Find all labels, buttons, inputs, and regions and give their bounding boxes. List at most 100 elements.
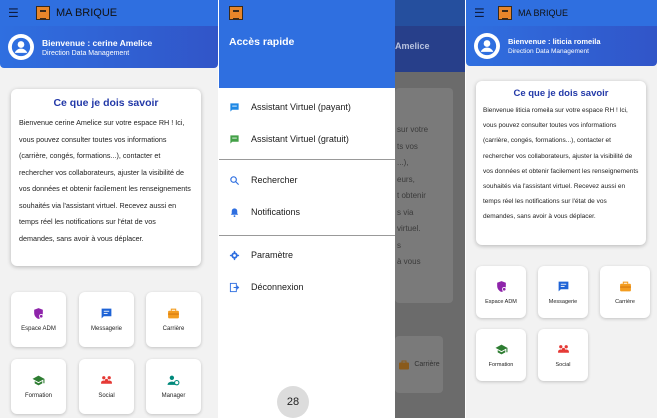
drawer-item-label: Assistant Virtuel (gratuit) bbox=[251, 134, 349, 144]
app-bar: ☰ MA BRIQUE bbox=[0, 0, 218, 26]
brick-logo-icon bbox=[36, 6, 50, 20]
tile-formation[interactable]: Formation bbox=[11, 359, 66, 414]
drawer-item-notifications[interactable]: Notifications bbox=[219, 196, 395, 228]
drawer-title: Accès rapide bbox=[229, 36, 295, 48]
briefcase-icon bbox=[399, 360, 410, 369]
department-text: Direction Data Management bbox=[508, 48, 589, 55]
tile-espace-adm[interactable]: Espace ADM bbox=[476, 266, 526, 318]
department-text: Direction Data Management bbox=[42, 49, 130, 57]
shield-user-icon bbox=[34, 308, 44, 319]
card-text: Bienvenue cerine Amelice sur votre espac… bbox=[19, 118, 191, 243]
group-icon bbox=[557, 344, 569, 353]
card-title: Ce que je dois savoir bbox=[513, 88, 609, 99]
gear-icon bbox=[229, 250, 240, 260]
graduation-cap-icon bbox=[32, 375, 45, 386]
drawer-item-deconnexion[interactable]: Déconnexion bbox=[219, 271, 395, 303]
tile-label: Social bbox=[98, 393, 115, 399]
divider bbox=[219, 159, 395, 160]
chat-icon bbox=[230, 102, 239, 112]
tile-label: Manager bbox=[161, 393, 186, 399]
dimmed-card-line: ...), bbox=[397, 158, 409, 167]
tile-manager[interactable]: Manager bbox=[146, 359, 201, 414]
user-header: Bienvenue : liticia romeila Direction Da… bbox=[466, 26, 657, 66]
tile-label: Formation bbox=[488, 361, 514, 368]
dimmed-info-card: sur votre ts vos ...), eurs, t obtenir s… bbox=[395, 88, 453, 303]
search-icon bbox=[230, 175, 240, 185]
briefcase-icon bbox=[619, 281, 631, 291]
dimmed-tile-label: Carrière bbox=[414, 361, 440, 368]
dimmed-card-line: à vous bbox=[397, 257, 421, 266]
card-text: Bienvenue liticia romeila sur votre espa… bbox=[483, 107, 639, 221]
home-screen-cerine: ☰ MA BRIQUE Bienvenue : cerine Amelice D… bbox=[0, 0, 218, 418]
app-title: MA BRIQUE bbox=[518, 8, 569, 18]
dimmed-card-line: t obtenir bbox=[397, 191, 426, 200]
app-bar: ☰ MA BRIQUE bbox=[466, 0, 657, 26]
info-card: Ce que je dois savoir Bienvenue liticia … bbox=[476, 81, 646, 245]
divider bbox=[219, 235, 395, 236]
page-number: 28 bbox=[277, 386, 309, 418]
tile-social[interactable]: Social bbox=[538, 329, 588, 381]
dimmed-user-header: Amelice bbox=[395, 26, 465, 72]
drawer-item-label: Paramètre bbox=[251, 250, 294, 260]
drawer-item-label: Déconnexion bbox=[251, 282, 304, 292]
message-icon bbox=[558, 281, 568, 291]
brick-logo-icon bbox=[498, 6, 512, 20]
logout-icon bbox=[229, 282, 240, 292]
tile-carriere[interactable]: Carrière bbox=[146, 292, 201, 347]
dimmed-card-line: ts vos bbox=[397, 141, 418, 151]
tile-espace-adm[interactable]: Espace ADM bbox=[11, 292, 66, 347]
tile-label: Messagerie bbox=[90, 326, 122, 332]
drawer-item-assistant-payant[interactable]: Assistant Virtuel (payant) bbox=[219, 91, 395, 123]
home-screen-liticia: ☰ MA BRIQUE Bienvenue : liticia romeila … bbox=[466, 0, 657, 418]
user-settings-icon bbox=[167, 375, 180, 386]
drawer-header: Accès rapide bbox=[219, 0, 395, 88]
card-title: Ce que je dois savoir bbox=[53, 97, 159, 109]
user-header: Bienvenue : cerine Amelice Direction Dat… bbox=[0, 26, 218, 68]
menu-icon[interactable]: ☰ bbox=[8, 6, 22, 20]
briefcase-icon bbox=[168, 308, 179, 319]
app-title: MA BRIQUE bbox=[56, 7, 118, 19]
user-icon bbox=[477, 36, 497, 56]
message-icon bbox=[101, 308, 112, 319]
welcome-text: Bienvenue : cerine Amelice bbox=[42, 37, 153, 48]
tile-messagerie[interactable]: Messagerie bbox=[538, 266, 588, 318]
dimmed-card-line: sur votre bbox=[397, 125, 429, 134]
drawer-screen: Amelice sur votre ts vos ...), eurs, t o… bbox=[219, 0, 465, 418]
tile-label: Carrière bbox=[615, 298, 635, 305]
navigation-drawer: Accès rapide Assistant Virtuel (payant) … bbox=[219, 0, 395, 418]
dimmed-card-line: eurs, bbox=[397, 174, 415, 184]
tile-social[interactable]: Social bbox=[79, 359, 134, 414]
dimmed-card-line: virtuel. bbox=[397, 224, 421, 233]
tile-messagerie[interactable]: Messagerie bbox=[79, 292, 134, 347]
avatar[interactable] bbox=[474, 33, 500, 59]
tile-label: Social bbox=[555, 361, 571, 368]
drawer-item-label: Notifications bbox=[251, 207, 301, 217]
dimmed-user-name: Amelice bbox=[395, 41, 430, 51]
menu-icon[interactable]: ☰ bbox=[474, 6, 488, 20]
info-card: Ce que je dois savoir Bienvenue cerine A… bbox=[11, 89, 201, 266]
welcome-text: Bienvenue : liticia romeila bbox=[508, 37, 601, 46]
avatar[interactable] bbox=[8, 34, 34, 60]
dimmed-card-line: s bbox=[397, 240, 401, 250]
tile-label: Messagerie bbox=[548, 298, 578, 305]
tile-label: Espace ADM bbox=[21, 326, 56, 332]
brick-logo-icon bbox=[229, 6, 243, 20]
drawer-item-label: Rechercher bbox=[251, 175, 298, 185]
drawer-item-rechercher[interactable]: Rechercher bbox=[219, 164, 395, 196]
drawer-item-label: Assistant Virtuel (payant) bbox=[251, 102, 351, 112]
dimmed-tile-carriere: Carrière bbox=[395, 336, 443, 393]
bell-icon bbox=[230, 207, 239, 217]
tile-label: Formation bbox=[24, 393, 52, 399]
dimmed-app-bar bbox=[395, 0, 465, 26]
shield-user-icon bbox=[496, 280, 506, 292]
chat-icon bbox=[230, 134, 239, 144]
tile-label: Carrière bbox=[162, 326, 185, 332]
user-icon bbox=[11, 37, 31, 57]
drawer-item-parametre[interactable]: Paramètre bbox=[219, 239, 395, 271]
tile-carriere[interactable]: Carrière bbox=[600, 266, 650, 318]
dimmed-card-line: s via bbox=[397, 207, 414, 217]
tile-formation[interactable]: Formation bbox=[476, 329, 526, 381]
tile-label: Espace ADM bbox=[485, 298, 517, 305]
drawer-item-assistant-gratuit[interactable]: Assistant Virtuel (gratuit) bbox=[219, 123, 395, 155]
group-icon bbox=[101, 376, 112, 384]
